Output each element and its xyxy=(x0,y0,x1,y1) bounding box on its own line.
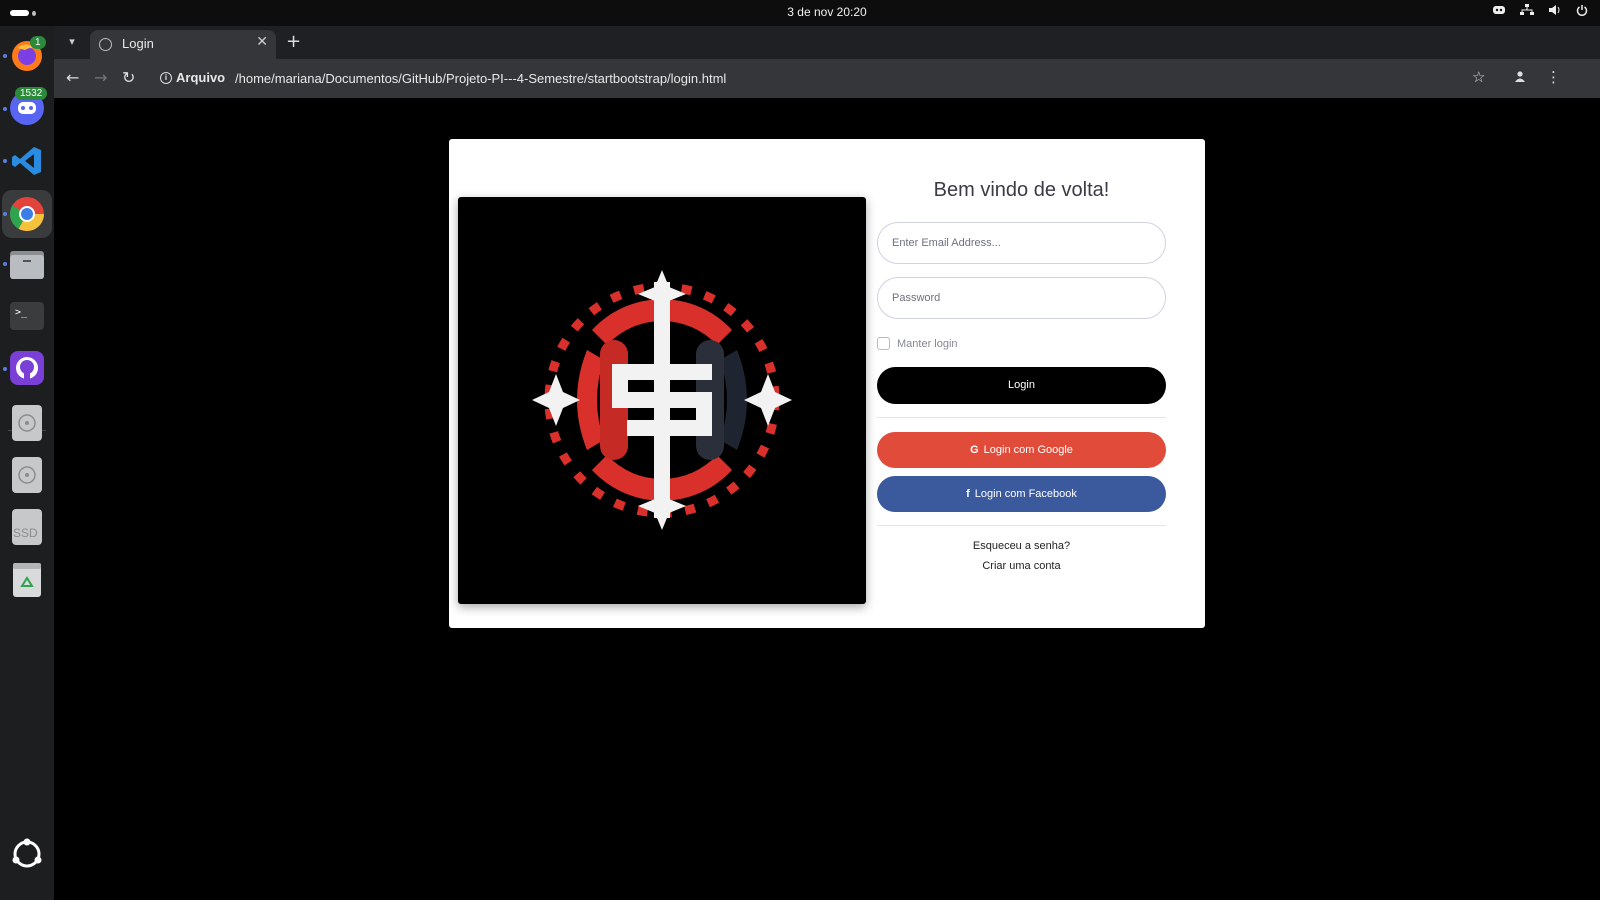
remember-me-checkbox[interactable]: Manter login xyxy=(877,337,958,350)
menu-kebab-icon[interactable]: ⋮ xyxy=(1546,68,1561,86)
site-scheme-label: Arquivo xyxy=(176,70,226,85)
google-login-label: Login com Google xyxy=(983,444,1073,456)
forgot-password-link[interactable]: Esqueceu a senha? xyxy=(877,540,1166,552)
address-bar[interactable]: i Arquivo /home/mariana/Documentos/GitHu… xyxy=(156,64,1546,93)
trash-icon[interactable] xyxy=(7,559,47,599)
running-indicator xyxy=(3,107,7,111)
show-apps-icon[interactable] xyxy=(7,834,47,874)
disk-drive-icon[interactable] xyxy=(7,455,47,495)
system-top-bar: 3 de nov 20:20 xyxy=(0,0,1600,26)
discord-notification-badge: 1532 xyxy=(15,87,48,100)
facebook-login-label: Login com Facebook xyxy=(974,488,1077,500)
system-clock[interactable]: 3 de nov 20:20 xyxy=(0,5,1600,19)
email-field[interactable]: Enter Email Address... xyxy=(877,222,1166,264)
url-text[interactable]: /home/mariana/Documentos/GitHub/Projeto-… xyxy=(235,71,726,86)
application-dock: 1 1532 >_ SSD xyxy=(0,26,54,900)
create-account-link[interactable]: Criar uma conta xyxy=(877,560,1166,572)
divider xyxy=(877,417,1166,418)
site-info-chip[interactable]: i Arquivo xyxy=(160,70,225,85)
login-card: Bem vindo de volta! Enter Email Address.… xyxy=(449,139,1205,628)
system-tray[interactable] xyxy=(1492,4,1588,19)
brand-logo xyxy=(532,270,792,530)
github-desktop-icon[interactable] xyxy=(7,348,47,388)
page-viewport: Bem vindo de volta! Enter Email Address.… xyxy=(54,98,1600,900)
password-field[interactable]: Password xyxy=(877,277,1166,319)
browser-tab-bar: ▾ Login ✕ + xyxy=(54,26,1600,59)
new-tab-button[interactable]: + xyxy=(286,31,301,52)
tab-login[interactable]: Login ✕ xyxy=(90,30,276,59)
login-button[interactable]: Login xyxy=(877,367,1166,404)
logo-panel xyxy=(458,197,866,604)
svg-text:>_: >_ xyxy=(15,307,28,318)
remember-me-label: Manter login xyxy=(897,337,958,350)
facebook-icon: f xyxy=(966,488,970,500)
running-indicator xyxy=(3,159,7,163)
files-icon[interactable] xyxy=(7,244,47,284)
welcome-heading: Bem vindo de volta! xyxy=(933,179,1110,201)
checkbox-box[interactable] xyxy=(877,337,890,350)
running-indicator xyxy=(3,367,7,371)
running-indicator xyxy=(3,212,7,216)
google-login-button[interactable]: G Login com Google xyxy=(877,432,1166,468)
browser-toolbar: ← → ↻ i Arquivo /home/mariana/Documentos… xyxy=(54,59,1600,98)
disk-drive-icon[interactable] xyxy=(7,403,47,443)
ssd-drive-icon[interactable]: SSD xyxy=(7,507,47,547)
terminal-icon[interactable]: >_ xyxy=(7,296,47,336)
reload-button[interactable]: ↻ xyxy=(122,68,135,87)
tab-title: Login xyxy=(122,36,154,51)
back-button[interactable]: ← xyxy=(66,68,79,87)
forward-button[interactable]: → xyxy=(94,68,107,87)
bookmark-star-icon[interactable]: ☆ xyxy=(1472,68,1485,86)
facebook-login-button[interactable]: f Login com Facebook xyxy=(877,476,1166,512)
network-icon[interactable] xyxy=(1520,4,1534,19)
volume-icon[interactable] xyxy=(1548,4,1562,19)
running-indicator xyxy=(3,54,7,58)
divider xyxy=(877,525,1166,526)
profile-icon[interactable] xyxy=(1514,68,1526,86)
running-indicator xyxy=(3,262,7,266)
close-tab-icon[interactable]: ✕ xyxy=(256,34,268,50)
globe-icon xyxy=(99,38,112,51)
discord-tray-icon[interactable] xyxy=(1492,4,1506,19)
tab-search-button[interactable]: ▾ xyxy=(62,32,82,52)
google-icon: G xyxy=(970,444,979,456)
vscode-icon[interactable] xyxy=(7,141,47,181)
firefox-notification-badge: 1 xyxy=(30,36,46,49)
chrome-icon[interactable] xyxy=(2,190,52,238)
power-icon[interactable] xyxy=(1576,4,1588,19)
ssd-label: SSD xyxy=(13,526,38,540)
info-icon: i xyxy=(160,71,172,84)
